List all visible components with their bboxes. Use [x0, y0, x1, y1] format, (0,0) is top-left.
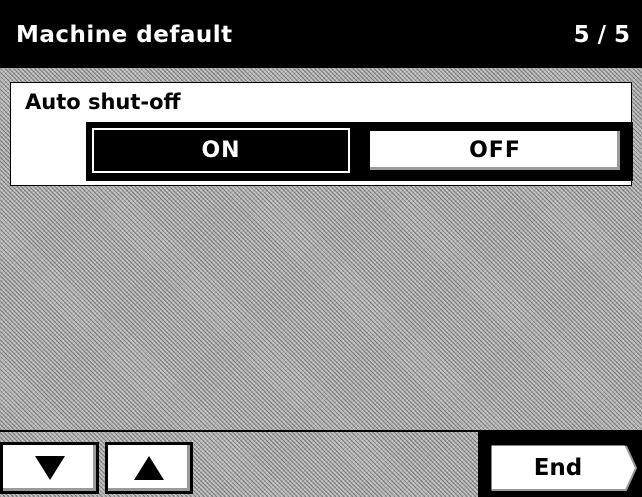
- triangle-up-icon: [134, 456, 164, 480]
- on-button[interactable]: ON: [90, 126, 352, 175]
- end-button[interactable]: End: [488, 442, 640, 494]
- off-button[interactable]: OFF: [367, 128, 623, 173]
- auto-shutoff-label: Auto shut-off: [25, 90, 181, 114]
- scroll-up-button[interactable]: [105, 442, 193, 494]
- triangle-down-icon: [34, 456, 65, 480]
- end-button-frame: End: [478, 430, 642, 497]
- page-indicator: 5 / 5: [573, 22, 630, 48]
- end-button-label: End: [533, 455, 583, 481]
- auto-shutoff-panel: Auto shut-off ON OFF: [10, 82, 633, 186]
- title-bar: Machine default 5 / 5: [0, 0, 642, 68]
- page-title: Machine default: [16, 22, 233, 48]
- auto-shutoff-toggle-group: ON OFF: [86, 122, 633, 181]
- machine-default-screen: Machine default 5 / 5 Auto shut-off ON O…: [0, 0, 642, 497]
- scroll-down-button[interactable]: [0, 442, 99, 494]
